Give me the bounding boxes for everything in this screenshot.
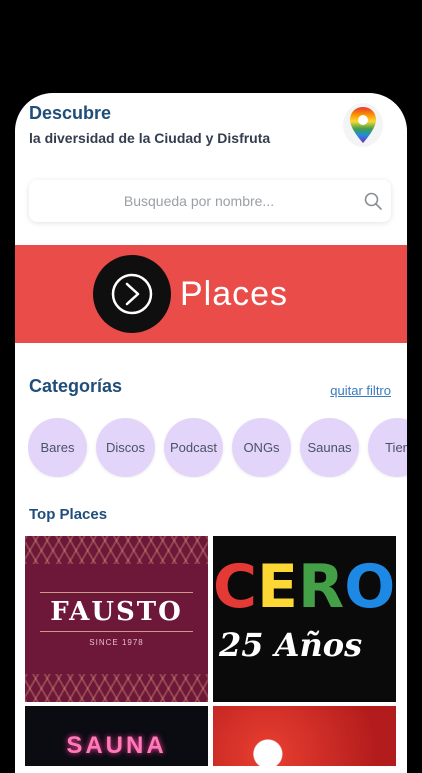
header: Descubre la diversidad de la Ciudad y Di… — [29, 103, 393, 153]
places-banner[interactable]: Places — [15, 245, 407, 343]
search-input[interactable] — [29, 180, 355, 222]
category-chip-bares[interactable]: Bares — [28, 418, 87, 477]
clear-filter-link[interactable]: quitar filtro — [330, 383, 391, 398]
banner-label: Places — [180, 275, 289, 313]
place-name: SAUNA — [66, 732, 167, 759]
categories-header: Categorías quitar filtro — [29, 376, 391, 400]
banner-logo — [93, 255, 171, 333]
ornament-top — [25, 536, 208, 564]
category-chip-discos[interactable]: Discos — [96, 418, 155, 477]
place-name: CERO — [213, 552, 396, 622]
category-chip-saunas[interactable]: Saunas — [300, 418, 359, 477]
category-chips: Bares Discos Podcast ONGs Saunas Tien — [28, 418, 407, 478]
top-places-grid: FAUSTO SINCE 1978 CERO 25 Años SAUNA — [25, 536, 397, 766]
place-name: FAUSTO — [40, 591, 193, 632]
search-icon[interactable] — [355, 191, 391, 211]
top-places-title: Top Places — [29, 506, 108, 523]
ornament-bottom — [25, 674, 208, 702]
page-title: Descubre — [29, 103, 112, 123]
place-subtitle: SINCE 1978 — [89, 637, 144, 647]
arrow-right-circle-icon — [111, 273, 153, 315]
search-bar — [29, 180, 391, 222]
app-screen: Descubre la diversidad de la Ciudad y Di… — [15, 93, 407, 773]
category-chip-ongs[interactable]: ONGs — [232, 418, 291, 477]
place-card-cero[interactable]: CERO 25 Años — [213, 536, 396, 702]
place-card-fausto[interactable]: FAUSTO SINCE 1978 — [25, 536, 208, 702]
place-subtitle: 25 Años — [219, 626, 363, 664]
location-pin-button[interactable] — [343, 103, 383, 147]
place-card-sauna[interactable]: SAUNA — [25, 706, 208, 766]
category-chip-podcast[interactable]: Podcast — [164, 418, 223, 477]
categories-title: Categorías — [29, 376, 123, 396]
category-chip-tiendas[interactable]: Tien — [368, 418, 407, 477]
rainbow-pin-icon — [350, 107, 376, 143]
page-subtitle: la diversidad de la Ciudad y Disfruta — [29, 130, 271, 146]
place-card-4[interactable] — [213, 706, 396, 766]
